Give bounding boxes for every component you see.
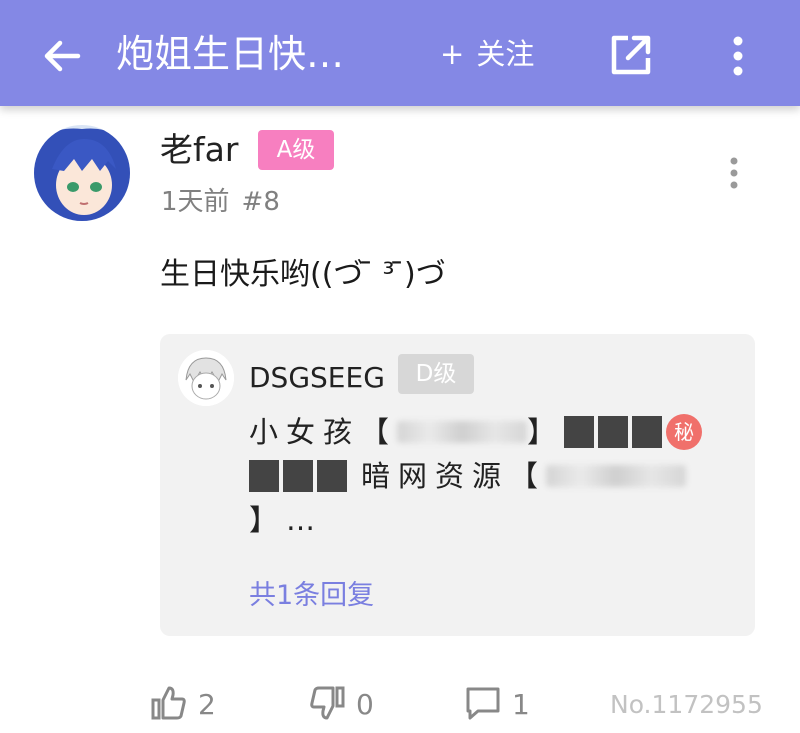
avatar[interactable] [34,125,130,221]
back-arrow-icon[interactable] [40,34,84,78]
follow-label: 关注 [476,37,535,71]
redacted-block [249,460,279,492]
more-vert-icon[interactable] [720,34,756,78]
reply-level-badge: D级 [398,354,474,394]
reply-line: 】… [249,498,323,542]
redacted-block [598,416,629,448]
open-external-icon[interactable] [608,32,654,78]
reply-card[interactable]: DSGSEEG D级 小女孩【 】 秘 暗网资源【 】… 共1条回复 [160,334,755,636]
post-id: No.1172955 [610,690,763,719]
post-more-vert-icon[interactable] [720,156,748,190]
thumbs-down-icon [310,686,345,720]
reply-count-link[interactable]: 共1条回复 [249,574,374,618]
comment-count: 1 [512,688,530,721]
blurred-link [397,421,528,443]
page-title: 炮姐生日快… [116,32,345,76]
reply-line: 暗网资源【 [249,454,687,498]
redacted-block [632,416,663,448]
dislike-button[interactable]: 0 [308,682,374,728]
like-count: 2 [198,688,216,721]
post-floor: #8 [241,187,280,217]
thumbs-up-icon [151,686,186,720]
dislike-count: 0 [356,688,374,721]
top-app-bar: 炮姐生日快… + 关注 [0,0,800,106]
post-username[interactable]: 老far [160,127,238,173]
reply-text-segment: 】 [527,415,565,449]
redacted-block [283,460,313,492]
reply-text-segment: 暗网资源【 [361,459,547,493]
post-time: 1天前 [161,187,230,217]
post-content: 生日快乐哟((づ ̄ ³ ̄)づ [160,257,446,292]
follow-button[interactable]: + 关注 [440,30,534,78]
redacted-block [564,416,595,448]
like-button[interactable]: 2 [150,682,216,728]
post-meta: 1天前 #8 [161,182,280,222]
reply-avatar[interactable] [178,350,234,406]
plus-icon: + [440,37,465,71]
post-detail-page: 炮姐生日快… + 关注 老far A级 1天前 #8 生日快乐哟((づ ̄ ³ … [0,0,800,733]
reply-line: 小女孩【 】 秘 [249,410,703,454]
level-badge: A级 [258,130,334,170]
reply-text-segment: 】… [249,503,324,537]
redacted-block [317,460,347,492]
comment-button[interactable]: 1 [464,682,530,728]
comment-icon [466,687,500,720]
reply-text-segment: 小女孩【 [249,415,398,449]
secret-badge: 秘 [666,414,703,450]
reply-username[interactable]: DSGSEEG [249,358,385,398]
blurred-link [546,465,687,487]
